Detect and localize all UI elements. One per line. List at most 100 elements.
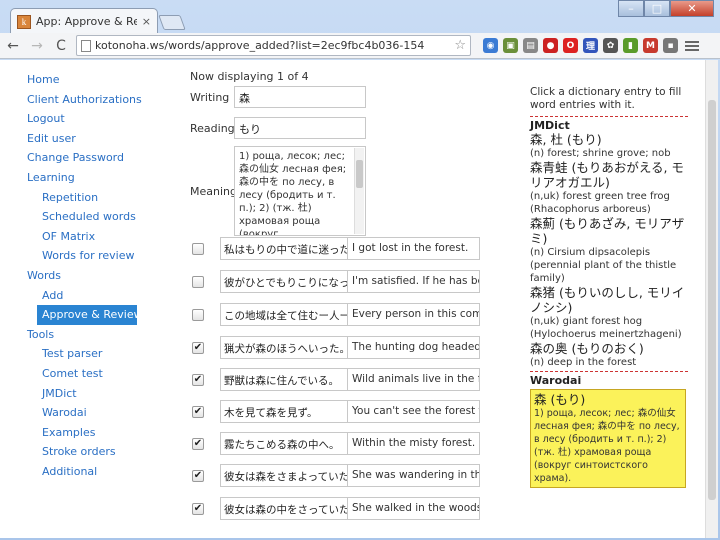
sidebar-item-of-matrix[interactable]: OF Matrix: [27, 227, 147, 247]
reload-button[interactable]: C: [50, 35, 72, 57]
bookmark-star-icon[interactable]: ☆: [454, 38, 466, 53]
example-checkbox[interactable]: ✔: [192, 437, 204, 450]
gmail-icon[interactable]: M: [643, 38, 658, 53]
example-japanese-input[interactable]: 彼がひとでもりこりになった。: [220, 270, 348, 293]
sidebar-item-examples[interactable]: Examples: [27, 423, 147, 443]
example-checkbox[interactable]: ✔: [192, 502, 204, 515]
jmdict-entry[interactable]: 森薊 (もりあざみ, モリアザミ) (n) Cirsium dipsacolepi…: [530, 216, 688, 285]
forward-button[interactable]: →: [26, 35, 48, 57]
jmdict-entry-head: 森, 杜 (もり): [530, 132, 602, 147]
meaning-textarea[interactable]: 1) роща, лесок; лес; 森の仙女 лесная фея; 森の…: [234, 146, 366, 236]
sidebar-item-test-parser[interactable]: Test parser: [27, 344, 147, 364]
example-row: 彼がひとでもりこりになった。I'm satisfied. If he has b…: [192, 270, 480, 293]
jmdict-entry[interactable]: 森青蛙 (もりあおがえる, モリアオガエル) (n,uk) forest gree…: [530, 160, 688, 216]
adblock-icon[interactable]: ●: [543, 38, 558, 53]
example-checkbox[interactable]: [192, 242, 204, 255]
meaning-label: Meaning: [190, 184, 237, 198]
example-checkbox[interactable]: ✔: [192, 341, 204, 354]
sidebar-item-change-password[interactable]: Change Password: [27, 148, 147, 168]
example-checkbox[interactable]: ✔: [192, 469, 204, 482]
example-checkbox[interactable]: [192, 275, 204, 288]
close-window-button[interactable]: ✕: [670, 0, 714, 17]
sidebar-item-jmdict[interactable]: JMDict: [27, 384, 147, 404]
sidebar-item-logout[interactable]: Logout: [27, 109, 147, 129]
sidebar-item-scheduled-words[interactable]: Scheduled words: [27, 207, 147, 227]
page-scrollbar[interactable]: [705, 60, 718, 538]
example-japanese-input[interactable]: この地域は全て住むー人ー人: [220, 303, 348, 326]
sidebar-item-additional[interactable]: Additional: [27, 462, 147, 482]
example-english-input[interactable]: I'm satisfied. If he has become: [348, 270, 480, 293]
example-checkbox[interactable]: ✔: [192, 373, 204, 386]
reading-row: Reading もり: [190, 117, 366, 139]
rikaikun-icon[interactable]: 理: [583, 38, 598, 53]
warodai-entry[interactable]: 森 (もり) 1) роща, лесок; лес; 森の仙女 лесная …: [530, 389, 686, 488]
writing-input[interactable]: 森: [234, 86, 366, 108]
dictionary-panel: Click a dictionary entry to fill word en…: [530, 86, 688, 488]
menu-icon[interactable]: [684, 39, 700, 53]
sidebar-item-add[interactable]: Add: [27, 286, 147, 306]
example-japanese-input[interactable]: 彼女は森の中をさっていた。: [220, 497, 348, 520]
example-japanese-input[interactable]: 野獣は森に住んでいる。: [220, 368, 348, 391]
evernote-icon[interactable]: ▮: [623, 38, 638, 53]
meaning-scrollbar[interactable]: [354, 148, 364, 234]
page-icon: [81, 39, 91, 52]
example-english-input[interactable]: The hunting dog headed for: [348, 336, 480, 359]
jmdict-entry[interactable]: 森の奥 (もりのおく) (n) deep in the forest: [530, 341, 688, 369]
browser-tab[interactable]: k App: Approve & Review ×: [10, 8, 158, 34]
jmdict-entry-definition: (n,uk) giant forest hog (Hylochoerus mei…: [530, 316, 682, 340]
chrome-icon[interactable]: ◉: [483, 38, 498, 53]
example-japanese-input[interactable]: 霧たちこめる森の中へ。: [220, 432, 348, 455]
jmdict-entry[interactable]: 森猪 (もりいのしし, モリイノシシ) (n,uk) giant forest h…: [530, 285, 688, 341]
app-icon[interactable]: ▣: [503, 38, 518, 53]
sidebar-item-repetition[interactable]: Repetition: [27, 188, 147, 208]
sidebar-item-client-authorizations[interactable]: Client Authorizations: [27, 90, 147, 110]
sidebar-item-stroke-orders[interactable]: Stroke orders: [27, 442, 147, 462]
jmdict-entry-head: 森猪 (もりいのしし, モリイノシシ): [530, 285, 685, 315]
jmdict-entries: 森, 杜 (もり) (n) forest; shrine grove; nob 森青…: [530, 132, 688, 369]
example-english-input[interactable]: She walked in the woods.: [348, 497, 480, 520]
example-checkbox[interactable]: [192, 308, 204, 321]
sidebar-item-warodai[interactable]: Warodai: [27, 403, 147, 423]
example-english-input[interactable]: She was wandering in the: [348, 464, 480, 487]
example-row: この地域は全て住むー人ー人Every person in this commun…: [192, 303, 480, 326]
example-checkbox[interactable]: ✔: [192, 405, 204, 418]
tab-title: App: Approve & Review: [36, 15, 137, 28]
example-english-input[interactable]: Every person in this community: [348, 303, 480, 326]
browser-toolbar: ← → C kotonoha.ws/words/approve_added?li…: [0, 33, 720, 59]
address-bar[interactable]: kotonoha.ws/words/approve_added?list=2ec…: [76, 35, 471, 56]
maximize-button[interactable]: □: [644, 0, 670, 17]
sidebar-item-learning[interactable]: Learning: [27, 168, 147, 188]
ext-icon[interactable]: ▪: [663, 38, 678, 53]
opera-icon[interactable]: O: [563, 38, 578, 53]
example-japanese-input[interactable]: 私はもりの中で道に迷った。: [220, 237, 348, 260]
example-english-input[interactable]: Within the misty forest.: [348, 432, 480, 455]
sidebar-item-comet-test[interactable]: Comet test: [27, 364, 147, 384]
example-japanese-input[interactable]: 木を見て森を見ず。: [220, 400, 348, 423]
reader-icon[interactable]: ▤: [523, 38, 538, 53]
page-scroll-thumb[interactable]: [708, 100, 716, 500]
sidebar-item-approve-review[interactable]: Approve & Review: [37, 305, 143, 325]
back-button[interactable]: ←: [2, 35, 24, 57]
sidebar-item-words[interactable]: Words: [27, 266, 147, 286]
sidebar-item-tools[interactable]: Tools: [27, 325, 147, 345]
jmdict-entry[interactable]: 森, 杜 (もり) (n) forest; shrine grove; nob: [530, 132, 688, 160]
new-tab-button[interactable]: [158, 15, 186, 30]
jmdict-entry-definition: (n) Cirsium dipsacolepis (perennial plan…: [530, 247, 677, 284]
favicon-icon: k: [17, 14, 31, 29]
example-row: ✔ 彼女は森をさまよっていた。 She was wandering in the: [192, 464, 480, 487]
tab-close-icon[interactable]: ×: [142, 15, 151, 28]
sidebar-item-edit-user[interactable]: Edit user: [27, 129, 147, 149]
example-english-input[interactable]: You can't see the forest for: [348, 400, 480, 423]
example-english-input[interactable]: Wild animals live in the forest.: [348, 368, 480, 391]
sidebar-item-words-for-review[interactable]: Words for review: [27, 246, 147, 266]
example-japanese-input[interactable]: 彼女は森をさまよっていた。: [220, 464, 348, 487]
puzzle-icon[interactable]: ✿: [603, 38, 618, 53]
sidebar-item-home[interactable]: Home: [27, 70, 147, 90]
url-text[interactable]: kotonoha.ws/words/approve_added?list=2ec…: [95, 39, 450, 52]
minimize-button[interactable]: –: [618, 0, 644, 17]
reading-input[interactable]: もり: [234, 117, 366, 139]
word-form: Now displaying 1 of 4 Writing 森 Reading …: [190, 70, 490, 520]
dictionary-hint: Click a dictionary entry to fill word en…: [530, 86, 682, 111]
example-japanese-input[interactable]: 猟犬が森のほうへいった。: [220, 336, 348, 359]
example-english-input[interactable]: I got lost in the forest.: [348, 237, 480, 260]
